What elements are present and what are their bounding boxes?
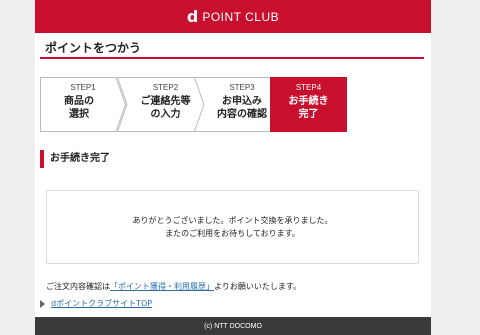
page-container: d POINT CLUB ポイントをつかう STEP1 商品の 選択 STEP2… bbox=[35, 0, 431, 335]
footer: (c) NTT DOCOMO bbox=[35, 317, 431, 335]
site-top-link[interactable]: dポイントクラブサイトTOP bbox=[40, 298, 152, 309]
step-label: STEP3 bbox=[229, 83, 255, 92]
message-line-1: ありがとうございました。ポイント交換を承りました。 bbox=[132, 216, 333, 225]
section-heading: お手続き完了 bbox=[40, 150, 110, 168]
step-name: 商品の 選択 bbox=[64, 96, 94, 120]
message-line-2: またのご利用をお待ちしております。 bbox=[165, 229, 300, 238]
step-name: ご連絡先等 の入力 bbox=[140, 96, 191, 120]
copyright-text: (c) NTT DOCOMO bbox=[204, 322, 262, 330]
title-divider bbox=[40, 57, 424, 59]
logo-mark: d bbox=[186, 6, 199, 26]
step-4-active: STEP4 お手続き 完了 bbox=[270, 77, 347, 132]
order-confirmation-note: ご注文内容確認は「ポイント獲得・利用履歴」よりお願いいたします。 bbox=[46, 281, 301, 292]
step-1: STEP1 商品の 選択 bbox=[40, 77, 126, 132]
step-label: STEP2 bbox=[152, 83, 179, 92]
step-label: STEP4 bbox=[295, 83, 322, 92]
step-progress: STEP1 商品の 選択 STEP2 ご連絡先等 の入力 STEP3 お申込み … bbox=[40, 77, 427, 132]
step-name: お手続き 完了 bbox=[288, 96, 329, 120]
step-name: お申込み 内容の確認 bbox=[217, 96, 267, 120]
logo-text: POINT CLUB bbox=[202, 9, 280, 24]
dpoint-club-logo[interactable]: d POINT CLUB bbox=[186, 6, 280, 26]
header-bar: d POINT CLUB bbox=[35, 0, 431, 33]
completion-message-box: ありがとうございました。ポイント交換を承りました。 またのご利用をお待ちしており… bbox=[46, 190, 419, 264]
step-label: STEP1 bbox=[70, 83, 96, 92]
note-prefix: ご注文内容確認は bbox=[46, 282, 110, 291]
point-history-link[interactable]: 「ポイント獲得・利用履歴」 bbox=[110, 282, 214, 291]
triangle-right-icon bbox=[40, 299, 45, 308]
site-top-link-label: dポイントクラブサイトTOP bbox=[51, 299, 153, 308]
page-title: ポイントをつかう bbox=[45, 41, 142, 55]
note-suffix: よりお願いいたします。 bbox=[214, 282, 302, 291]
